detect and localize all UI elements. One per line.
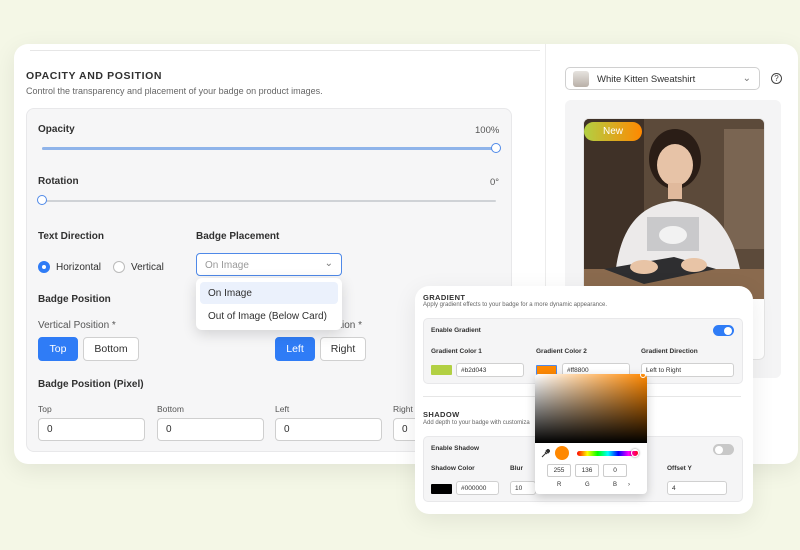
enable-gradient-label: Enable Gradient bbox=[431, 327, 481, 334]
badge-placement-value: On Image bbox=[205, 260, 249, 271]
shadow-title: SHADOW bbox=[423, 410, 460, 419]
badge-placement-select[interactable]: On Image ⌄ bbox=[196, 253, 342, 276]
pixel-top-input[interactable]: 0 bbox=[38, 418, 145, 441]
rgb-r-label: R bbox=[557, 482, 562, 488]
product-photo-illustration bbox=[584, 119, 764, 299]
toggle-knob bbox=[724, 326, 732, 335]
vertical-bottom-button[interactable]: Bottom bbox=[83, 337, 139, 361]
pixel-bottom-input[interactable]: 0 bbox=[157, 418, 264, 441]
gradient-subtitle: Apply gradient effects to your badge for… bbox=[423, 302, 607, 308]
badge-preview: New bbox=[584, 122, 642, 141]
blur-label: Blur bbox=[510, 465, 523, 472]
gradient-direction-select[interactable]: Left to Right bbox=[641, 363, 734, 377]
rgb-b-input[interactable]: 0 bbox=[603, 464, 627, 477]
gradient-color2-label: Gradient Color 2 bbox=[536, 348, 587, 355]
product-select[interactable]: White Kitten Sweatshirt ⌄ bbox=[565, 67, 760, 90]
chevron-right-icon[interactable]: › bbox=[628, 482, 630, 488]
enable-gradient-toggle[interactable] bbox=[713, 325, 734, 336]
pixel-top-label: Top bbox=[38, 404, 52, 414]
option-out-of-image[interactable]: Out of Image (Below Card) bbox=[200, 305, 338, 327]
gradient-title: GRADIENT bbox=[423, 293, 466, 302]
hue-slider[interactable] bbox=[577, 451, 639, 456]
gradient-direction-value: Left to Right bbox=[646, 367, 682, 374]
rotation-slider-track[interactable] bbox=[42, 200, 496, 202]
pixel-bottom-label: Bottom bbox=[157, 404, 184, 414]
current-color-preview bbox=[555, 446, 569, 460]
rotation-label: Rotation bbox=[38, 176, 79, 187]
hue-slider-thumb[interactable] bbox=[631, 449, 639, 457]
opacity-section-title: OPACITY AND POSITION bbox=[26, 70, 163, 82]
radio-vertical-label: Vertical bbox=[131, 262, 164, 273]
product-photo: New bbox=[584, 119, 764, 299]
horizontal-left-button[interactable]: Left bbox=[275, 337, 315, 361]
pixel-left-input[interactable]: 0 bbox=[275, 418, 382, 441]
color-picker-popover: 255 136 0 R G B › bbox=[535, 372, 647, 494]
gradient-color1-label: Gradient Color 1 bbox=[431, 348, 482, 355]
vertical-position-label: Vertical Position * bbox=[38, 320, 116, 331]
text-direction-label: Text Direction bbox=[38, 231, 104, 242]
option-on-image[interactable]: On Image bbox=[200, 282, 338, 304]
horizontal-right-button[interactable]: Right bbox=[320, 337, 366, 361]
shadow-subtitle: Add depth to your badge with customiza bbox=[423, 420, 530, 426]
radio-horizontal[interactable] bbox=[38, 261, 50, 273]
radio-horizontal-label: Horizontal bbox=[56, 262, 102, 273]
badge-placement-label: Badge Placement bbox=[196, 231, 280, 242]
gradient-direction-label: Gradient Direction bbox=[641, 348, 698, 355]
product-thumbnail bbox=[573, 71, 589, 87]
badge-placement-dropdown: On Image Out of Image (Below Card) bbox=[196, 278, 342, 330]
offset-y-input[interactable]: 4 bbox=[667, 481, 727, 495]
rotation-value: 0° bbox=[490, 177, 500, 188]
toggle-knob bbox=[715, 445, 723, 454]
chevron-down-icon: ⌄ bbox=[324, 258, 333, 269]
enable-shadow-label: Enable Shadow bbox=[431, 445, 480, 452]
saturation-value-area[interactable] bbox=[535, 374, 647, 443]
opacity-slider-fill bbox=[42, 147, 496, 150]
pixel-right-label: Right bbox=[393, 404, 413, 414]
opacity-section-subtitle: Control the transparency and placement o… bbox=[26, 86, 323, 96]
color-cursor[interactable] bbox=[640, 372, 646, 378]
blur-input[interactable]: 10 bbox=[510, 481, 536, 495]
offset-y-label: Offset Y bbox=[667, 465, 692, 472]
pixel-left-label: Left bbox=[275, 404, 290, 414]
rgb-g-input[interactable]: 136 bbox=[575, 464, 599, 477]
radio-vertical[interactable] bbox=[113, 261, 125, 273]
rotation-slider-thumb[interactable] bbox=[37, 195, 47, 205]
shadow-color-swatch[interactable] bbox=[431, 484, 452, 494]
rgb-b-label: B bbox=[613, 482, 618, 488]
eyedropper-icon[interactable] bbox=[541, 449, 550, 458]
vertical-top-button[interactable]: Top bbox=[38, 337, 78, 361]
rgb-r-input[interactable]: 255 bbox=[547, 464, 571, 477]
shadow-color-input[interactable]: #000000 bbox=[456, 481, 499, 495]
opacity-label: Opacity bbox=[38, 124, 75, 135]
chevron-down-icon: ⌄ bbox=[742, 73, 751, 84]
gradient-color1-input[interactable]: #b2d043 bbox=[456, 363, 524, 377]
badge-position-label: Badge Position bbox=[38, 294, 111, 305]
opacity-value: 100% bbox=[475, 125, 500, 136]
product-name: White Kitten Sweatshirt bbox=[597, 74, 696, 85]
gradient-color1-swatch[interactable] bbox=[431, 365, 452, 375]
section-divider bbox=[30, 50, 540, 51]
opacity-slider-thumb[interactable] bbox=[491, 143, 501, 153]
pixel-position-label: Badge Position (Pixel) bbox=[38, 379, 144, 390]
enable-shadow-toggle[interactable] bbox=[713, 444, 734, 455]
shadow-color-label: Shadow Color bbox=[431, 465, 475, 472]
rgb-g-label: G bbox=[585, 482, 590, 488]
help-icon[interactable]: ? bbox=[771, 73, 782, 84]
